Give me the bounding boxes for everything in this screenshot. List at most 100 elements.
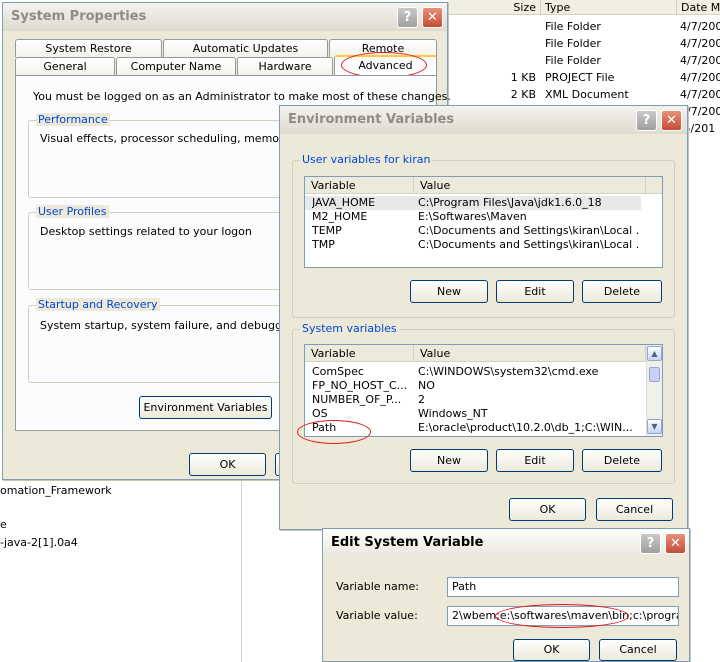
- file-type: File Folder: [545, 20, 601, 33]
- file-row[interactable]: File Folder 4/7/2002: [448, 52, 720, 69]
- user-edit-button[interactable]: Edit: [496, 280, 574, 303]
- column-variable[interactable]: Variable: [305, 345, 414, 362]
- file-type: XML Document: [545, 88, 629, 101]
- column-variable[interactable]: Variable: [305, 177, 414, 194]
- cancel-button[interactable]: Cancel: [596, 498, 673, 521]
- file-date: 4/7/2002: [680, 37, 720, 50]
- performance-label: Performance: [36, 113, 110, 126]
- user-variables-list[interactable]: Variable Value JAVA_HOME C:\Program File…: [304, 176, 663, 268]
- environment-variables-dialog: Environment Variables ? ✕ User variables…: [279, 105, 688, 530]
- user-profiles-text: Desktop settings related to your logon: [40, 225, 252, 238]
- var-value: Windows_NT: [418, 407, 488, 420]
- explorer-column-header: Size Type Date Mo: [448, 0, 720, 15]
- var-value: C:\WINDOWS\system32\cmd.exe: [418, 365, 599, 378]
- var-value: E:\Softwares\Maven: [418, 210, 527, 223]
- user-var-row[interactable]: TMP C:\Documents and Settings\kiran\Loca…: [305, 238, 641, 252]
- file-row[interactable]: File Folder 4/7/2002: [448, 18, 720, 35]
- column-type[interactable]: Type: [540, 0, 676, 15]
- list-header: Variable Value: [305, 345, 647, 362]
- highlight-oval-path: [297, 420, 371, 444]
- file-date: 4/7/2002: [680, 71, 720, 84]
- system-vars-scrollbar[interactable]: ▲ ▼: [646, 345, 662, 436]
- close-button[interactable]: ✕: [661, 110, 682, 131]
- var-value: 2: [418, 393, 425, 406]
- system-var-row[interactable]: OS Windows_NT: [305, 407, 645, 421]
- var-value: C:\Documents and Settings\kiran\Local ..…: [418, 238, 640, 251]
- file-type: PROJECT File: [545, 71, 615, 84]
- system-var-row[interactable]: NUMBER_OF_P... 2: [305, 393, 645, 407]
- var-value: E:\oracle\product\10.2.0\db_1;C:\WIN...: [418, 421, 633, 434]
- help-button[interactable]: ?: [397, 7, 418, 28]
- user-var-row[interactable]: TEMP C:\Documents and Settings\kiran\Loc…: [305, 224, 641, 238]
- close-button[interactable]: ✕: [665, 533, 686, 554]
- column-date[interactable]: Date Mo: [676, 0, 720, 15]
- var-value: NO: [418, 379, 435, 392]
- performance-text: Visual effects, processor scheduling, me…: [40, 132, 307, 145]
- var-name: OS: [312, 407, 328, 420]
- ok-button[interactable]: OK: [189, 453, 266, 476]
- highlight-oval-maven-bin: [495, 604, 629, 628]
- user-var-row[interactable]: JAVA_HOME C:\Program Files\Java\jdk1.6.0…: [305, 196, 641, 210]
- tree-item[interactable]: omation_Framework: [0, 484, 112, 497]
- scroll-down-icon[interactable]: ▼: [647, 419, 662, 434]
- user-var-row[interactable]: M2_HOME E:\Softwares\Maven: [305, 210, 641, 224]
- var-value: C:\Documents and Settings\kiran\Local ..…: [418, 224, 640, 237]
- file-size: 1 KB: [510, 71, 536, 84]
- window-title: System Properties: [11, 9, 147, 24]
- environment-variables-titlebar: Environment Variables ? ✕: [280, 106, 687, 134]
- startup-recovery-label: Startup and Recovery: [36, 298, 160, 311]
- close-button[interactable]: ✕: [422, 7, 443, 28]
- system-var-row[interactable]: ComSpec C:\WINDOWS\system32\cmd.exe: [305, 365, 645, 379]
- var-value: C:\Program Files\Java\jdk1.6.0_18: [418, 196, 602, 209]
- user-delete-button[interactable]: Delete: [582, 280, 662, 303]
- file-row[interactable]: 2 KB XML Document 4/7/2002: [448, 86, 720, 103]
- admin-note: You must be logged on as an Administrato…: [33, 90, 451, 103]
- user-variables-label: User variables for kiran: [300, 153, 433, 166]
- environment-variables-button[interactable]: Environment Variables: [139, 396, 272, 419]
- file-date: 4/7/2002: [680, 54, 720, 67]
- variable-name-field[interactable]: Path: [447, 577, 679, 597]
- column-value[interactable]: Value: [414, 177, 646, 194]
- file-row[interactable]: File Folder 4/7/2002: [448, 35, 720, 52]
- var-name: M2_HOME: [312, 210, 368, 223]
- ok-button[interactable]: OK: [509, 498, 586, 521]
- help-button[interactable]: ?: [636, 110, 657, 131]
- system-edit-button[interactable]: Edit: [496, 449, 574, 472]
- var-name: FP_NO_HOST_C...: [312, 379, 408, 392]
- file-date: 4/7/2002: [680, 20, 720, 33]
- system-delete-button[interactable]: Delete: [582, 449, 662, 472]
- scroll-thumb[interactable]: [649, 367, 660, 382]
- window-title: Environment Variables: [288, 112, 455, 127]
- column-size[interactable]: Size: [448, 0, 540, 15]
- cancel-button[interactable]: Cancel: [599, 639, 677, 661]
- edit-variable-titlebar: Edit System Variable ? ✕: [323, 529, 689, 557]
- startup-recovery-text: System startup, system failure, and debu…: [40, 319, 311, 332]
- tab-computer-name[interactable]: Computer Name: [116, 57, 236, 75]
- column-value[interactable]: Value: [414, 345, 646, 362]
- system-var-row[interactable]: FP_NO_HOST_C... NO: [305, 379, 645, 393]
- file-size: 2 KB: [510, 88, 536, 101]
- tab-automatic-updates[interactable]: Automatic Updates: [163, 39, 328, 57]
- system-properties-titlebar: System Properties ? ✕: [3, 3, 447, 31]
- variable-value-label: Variable value:: [336, 609, 418, 622]
- tree-item[interactable]: e: [0, 518, 7, 531]
- user-new-button[interactable]: New: [410, 280, 488, 303]
- var-name: TMP: [312, 238, 335, 251]
- user-profiles-label: User Profiles: [36, 205, 109, 218]
- scroll-up-icon[interactable]: ▲: [647, 346, 662, 361]
- ok-button[interactable]: OK: [513, 639, 590, 661]
- var-name: JAVA_HOME: [312, 196, 376, 209]
- variable-name-label: Variable name:: [336, 580, 419, 593]
- help-button[interactable]: ?: [640, 533, 661, 554]
- tab-system-restore[interactable]: System Restore: [15, 39, 162, 57]
- list-header: Variable Value: [305, 177, 662, 194]
- system-variables-label: System variables: [300, 322, 399, 335]
- system-new-button[interactable]: New: [410, 449, 488, 472]
- tree-item[interactable]: -java-2[1].0a4: [0, 536, 78, 549]
- file-type: File Folder: [545, 54, 601, 67]
- tab-general[interactable]: General: [15, 57, 115, 75]
- file-row[interactable]: 1 KB PROJECT File 4/7/2002: [448, 69, 720, 86]
- edit-system-variable-dialog: Edit System Variable ? ✕ Variable name: …: [322, 528, 690, 662]
- tab-hardware[interactable]: Hardware: [237, 57, 333, 75]
- window-title: Edit System Variable: [331, 535, 484, 550]
